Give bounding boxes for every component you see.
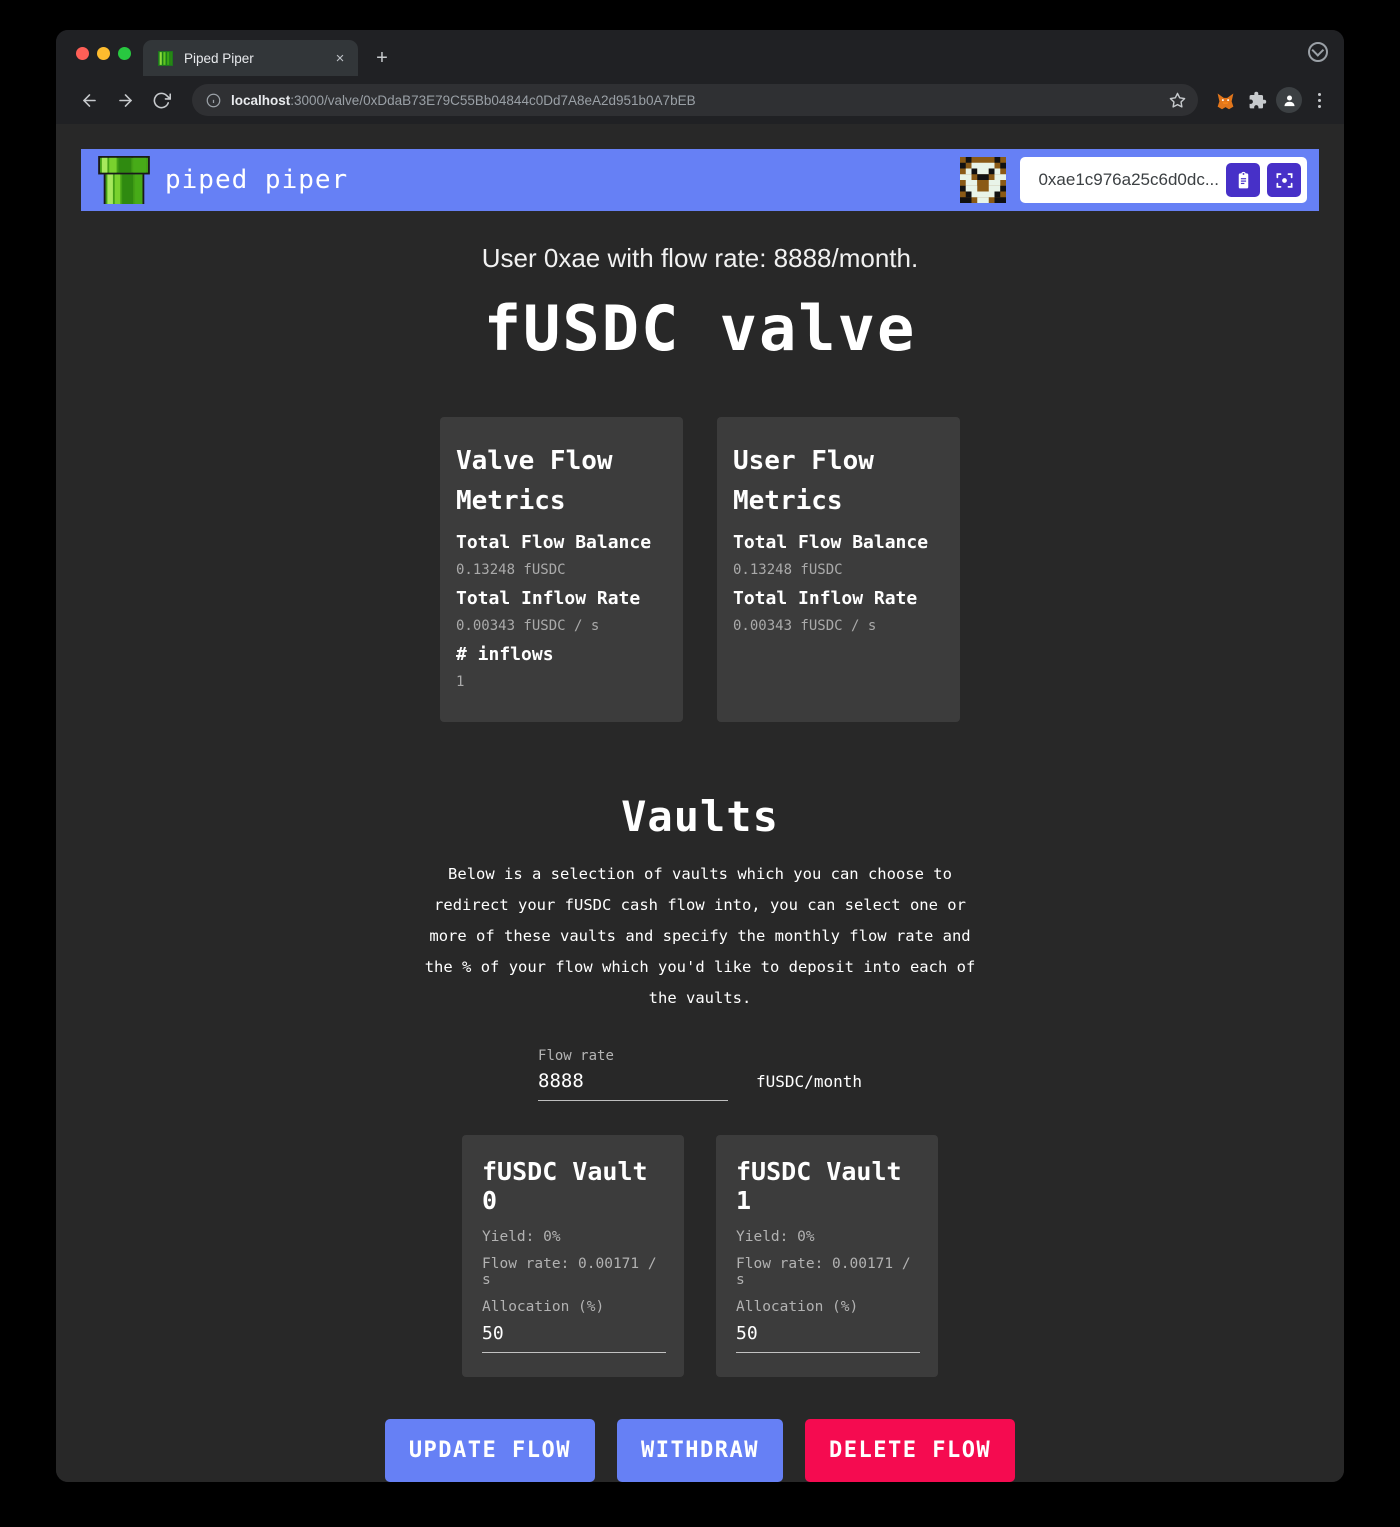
metric-value: 1 bbox=[456, 673, 465, 690]
back-arrow-icon bbox=[82, 93, 96, 107]
url-host: localhost bbox=[231, 92, 291, 108]
metric-label: Total Flow Balance bbox=[733, 531, 929, 553]
metric-value: 0.00343 fUSDC / s bbox=[733, 617, 877, 634]
url-path: :3000/valve/0xDdaB73E79C55Bb04844c0Dd7A8… bbox=[290, 92, 696, 108]
close-tab-button[interactable]: × bbox=[330, 48, 350, 68]
metrics-cards-row: Valve Flow Metrics Total Flow Balance 0.… bbox=[81, 417, 1319, 722]
kebab-dot bbox=[1317, 98, 1321, 102]
green-pipe-logo bbox=[98, 156, 150, 204]
vault-card-0[interactable]: fUSDC Vault 0 Yield: 0% Flow rate: 0.001… bbox=[462, 1135, 684, 1377]
vault-flow-rate: Flow rate: 0.00171 / s bbox=[482, 1256, 657, 1288]
metamask-extension-button[interactable] bbox=[1212, 87, 1238, 113]
flow-rate-field: Flow rate bbox=[538, 1048, 729, 1101]
browser-menu-button[interactable] bbox=[1308, 87, 1330, 113]
address-bar[interactable]: localhost:3000/valve/0xDdaB73E79C55Bb048… bbox=[192, 84, 1198, 116]
page-viewport: piped piper 0xae1c976a25c6d0dc... User 0… bbox=[56, 124, 1344, 1482]
back-button[interactable] bbox=[74, 85, 104, 115]
kebab-dot bbox=[1317, 104, 1321, 108]
person-avatar-icon bbox=[1284, 95, 1294, 106]
brand-title: piped piper bbox=[165, 165, 349, 195]
vaults-section-title: Vaults bbox=[621, 792, 779, 841]
forward-arrow-icon bbox=[118, 93, 132, 107]
scan-qr-button[interactable] bbox=[1267, 163, 1301, 197]
metric-value: 0.00343 fUSDC / s bbox=[456, 617, 600, 634]
tab-title: Piped Piper bbox=[184, 50, 254, 66]
kebab-dot bbox=[1317, 92, 1321, 96]
vault-card-1[interactable]: fUSDC Vault 1 Yield: 0% Flow rate: 0.001… bbox=[716, 1135, 938, 1377]
reload-icon bbox=[153, 92, 171, 108]
update-flow-button[interactable]: UPDATE FLOW bbox=[384, 1419, 596, 1482]
pipe-icon bbox=[158, 50, 173, 66]
vault-allocation-label: Allocation (%) bbox=[736, 1299, 859, 1315]
maximize-window-button[interactable] bbox=[118, 46, 131, 60]
vault-yield: Yield: 0% bbox=[482, 1229, 561, 1245]
metric-label: Total Flow Balance bbox=[456, 531, 652, 553]
vault-name: fUSDC Vault 0 bbox=[482, 1157, 648, 1215]
vaults-description: Below is a selection of vaults which you… bbox=[424, 865, 976, 1007]
copy-address-button[interactable] bbox=[1226, 163, 1260, 197]
vault-name: fUSDC Vault 1 bbox=[736, 1157, 902, 1215]
forward-button[interactable] bbox=[110, 85, 140, 115]
bookmark-star-icon[interactable] bbox=[1169, 92, 1186, 109]
close-window-button[interactable] bbox=[76, 46, 89, 60]
user-flow-subtitle: User 0xae with flow rate: 8888/month. bbox=[481, 243, 919, 273]
app-header: piped piper 0xae1c976a25c6d0dc... bbox=[81, 149, 1319, 211]
qr-scan-icon bbox=[1276, 172, 1292, 188]
vault-allocation-label: Allocation (%) bbox=[482, 1299, 605, 1315]
minimize-window-button[interactable] bbox=[97, 46, 110, 60]
flow-rate-unit: fUSDC/month bbox=[756, 1072, 862, 1091]
vault-flow-rate: Flow rate: 0.00171 / s bbox=[736, 1256, 911, 1288]
metric-label: Total Inflow Rate bbox=[456, 587, 641, 609]
card-title: Valve Flow Metrics bbox=[456, 446, 613, 517]
wallet-chip[interactable]: 0xae1c976a25c6d0dc... bbox=[1020, 157, 1307, 203]
browser-tab[interactable]: Piped Piper × bbox=[143, 40, 358, 76]
browser-window: Piped Piper × + localhost:3000/valve/0xD… bbox=[56, 30, 1344, 1482]
clipboard-icon bbox=[1238, 171, 1248, 188]
delete-flow-button[interactable]: DELETE FLOW bbox=[804, 1419, 1016, 1482]
user-flow-metrics-card: User Flow Metrics Total Flow Balance 0.1… bbox=[717, 417, 960, 722]
puzzle-piece-icon bbox=[1249, 91, 1266, 108]
vault-allocation-input[interactable] bbox=[736, 1319, 920, 1353]
metric-label: Total Inflow Rate bbox=[733, 587, 918, 609]
flow-rate-input[interactable] bbox=[538, 1064, 729, 1101]
withdraw-button[interactable]: WITHDRAW bbox=[617, 1419, 783, 1482]
window-traffic-lights bbox=[70, 30, 143, 76]
url-text: localhost:3000/valve/0xDdaB73E79C55Bb048… bbox=[231, 93, 1159, 108]
reload-button[interactable] bbox=[146, 85, 176, 115]
wallet-identicon bbox=[960, 157, 1007, 203]
vault-yield: Yield: 0% bbox=[736, 1229, 815, 1245]
flow-rate-label: Flow rate bbox=[538, 1048, 614, 1064]
profile-button[interactable] bbox=[1276, 87, 1302, 113]
metric-value: 0.13248 fUSDC bbox=[456, 561, 566, 578]
window-menu-icon[interactable] bbox=[1308, 42, 1328, 62]
metamask-fox-icon bbox=[1217, 93, 1233, 109]
tab-strip: Piped Piper × + bbox=[56, 30, 1344, 76]
page-title: fUSDC valve bbox=[483, 292, 917, 365]
wallet-address: 0xae1c976a25c6d0dc... bbox=[1038, 170, 1219, 189]
browser-toolbar: localhost:3000/valve/0xDdaB73E79C55Bb048… bbox=[56, 76, 1344, 124]
metric-value: 0.13248 fUSDC bbox=[733, 561, 843, 578]
flow-rate-row: Flow rate fUSDC/month bbox=[81, 1048, 1319, 1101]
vault-allocation-input[interactable] bbox=[482, 1319, 666, 1353]
vaults-row: fUSDC Vault 0 Yield: 0% Flow rate: 0.001… bbox=[81, 1135, 1319, 1377]
metric-label: # inflows bbox=[456, 643, 554, 665]
info-icon[interactable] bbox=[206, 93, 221, 108]
new-tab-button[interactable]: + bbox=[368, 44, 396, 72]
extensions-button[interactable] bbox=[1244, 87, 1270, 113]
card-title: User Flow Metrics bbox=[733, 446, 874, 517]
actions-row: UPDATE FLOW WITHDRAW DELETE FLOW bbox=[81, 1419, 1319, 1482]
page-content: User 0xae with flow rate: 8888/month. fU… bbox=[56, 243, 1344, 1482]
valve-flow-metrics-card: Valve Flow Metrics Total Flow Balance 0.… bbox=[440, 417, 683, 722]
